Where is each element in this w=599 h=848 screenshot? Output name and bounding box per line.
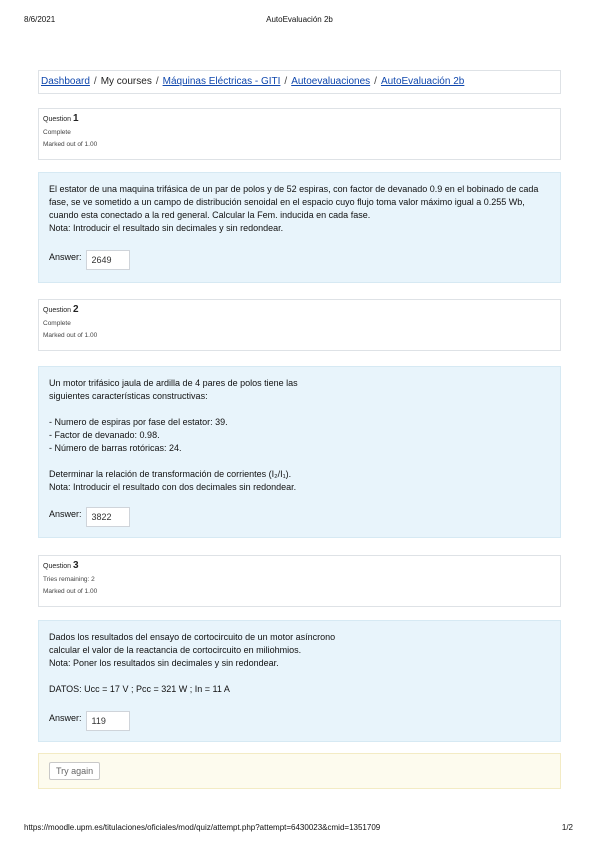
question-number: Question 1 bbox=[43, 113, 79, 124]
print-page-number: 1/2 bbox=[561, 823, 573, 832]
question-state: Complete bbox=[43, 320, 71, 327]
answer-input-2[interactable] bbox=[85, 507, 130, 527]
question-note: Nota: Introducir el resultado con dos de… bbox=[49, 482, 297, 492]
question-line: Dados los resultados del ensayo de corto… bbox=[49, 632, 336, 642]
question-line: Determinar la relación de transformación… bbox=[49, 469, 292, 479]
question-paragraph: El estator de una maquina trifásica de u… bbox=[49, 184, 539, 220]
question-line: siguientes características constructivas… bbox=[49, 391, 208, 401]
print-title: AutoEvaluación 2b bbox=[266, 15, 333, 24]
question-text-3: Dados los resultados del ensayo de corto… bbox=[38, 620, 561, 742]
breadcrumb-autoevaluaciones[interactable]: Autoevaluaciones bbox=[291, 76, 370, 87]
try-again-panel: Try again bbox=[38, 753, 561, 789]
answer-row: Answer: bbox=[49, 507, 130, 527]
question-text-2: Un motor trifásico jaula de ardilla de 4… bbox=[38, 366, 561, 538]
print-url: https://moodle.upm.es/titulaciones/ofici… bbox=[24, 823, 381, 832]
breadcrumb-separator: / bbox=[93, 76, 97, 87]
question-note: Nota: Poner los resultados sin decimales… bbox=[49, 658, 279, 668]
question-data: DATOS: Ucc = 17 V ; Pcc = 321 W ; In = 1… bbox=[49, 684, 230, 694]
answer-label: Answer: bbox=[49, 713, 82, 723]
breadcrumb: Dashboard / My courses / Máquinas Eléctricas… bbox=[38, 70, 561, 94]
answer-label: Answer: bbox=[49, 252, 82, 262]
question-state: Complete bbox=[43, 129, 71, 136]
question-line: Un motor trifásico jaula de ardilla de 4… bbox=[49, 378, 298, 388]
question-mark: Marked out of 1.00 bbox=[43, 588, 98, 595]
breadcrumb-separator: / bbox=[374, 76, 377, 87]
question-line bbox=[49, 403, 550, 416]
question-info-3: Question 3 Tries remaining: 2 Marked out… bbox=[38, 555, 561, 607]
try-again-button[interactable]: Try again bbox=[49, 762, 101, 780]
breadcrumb-separator: / bbox=[284, 76, 288, 87]
question-line: calcular el valor de la reactancia de co… bbox=[49, 645, 302, 655]
breadcrumb-my-courses: My courses bbox=[100, 76, 152, 87]
question-info-1: Question 1 Complete Marked out of 1.00 bbox=[38, 108, 561, 160]
question-line bbox=[49, 670, 550, 683]
answer-input-3[interactable] bbox=[85, 711, 130, 731]
question-line bbox=[49, 455, 550, 468]
question-line: - Numero de espiras por fase del estator… bbox=[49, 417, 228, 427]
question-info-2: Question 2 Complete Marked out of 1.00 bbox=[38, 299, 561, 351]
breadcrumb-course[interactable]: Máquinas Eléctricas - GITI bbox=[163, 76, 281, 87]
question-number: Question 2 bbox=[43, 304, 79, 315]
question-number: Question 3 bbox=[43, 560, 79, 571]
breadcrumb-separator: / bbox=[155, 76, 159, 87]
question-line: - Número de barras rotóricas: 24. bbox=[49, 443, 182, 453]
question-line: - Factor de devanado: 0.98. bbox=[49, 430, 160, 440]
answer-input-1[interactable] bbox=[85, 250, 130, 270]
question-note: Nota: Introducir el resultado sin decima… bbox=[49, 223, 284, 233]
answer-label: Answer: bbox=[49, 509, 82, 519]
question-mark: Marked out of 1.00 bbox=[43, 141, 98, 148]
question-mark: Marked out of 1.00 bbox=[43, 332, 98, 339]
question-text-1: El estator de una maquina trifásica de u… bbox=[38, 172, 561, 283]
question-state: Tries remaining: 2 bbox=[43, 576, 95, 583]
answer-row: Answer: bbox=[49, 250, 130, 270]
breadcrumb-quiz[interactable]: AutoEvaluación 2b bbox=[381, 76, 464, 87]
breadcrumb-dashboard[interactable]: Dashboard bbox=[41, 76, 90, 87]
answer-row: Answer: bbox=[49, 711, 130, 731]
